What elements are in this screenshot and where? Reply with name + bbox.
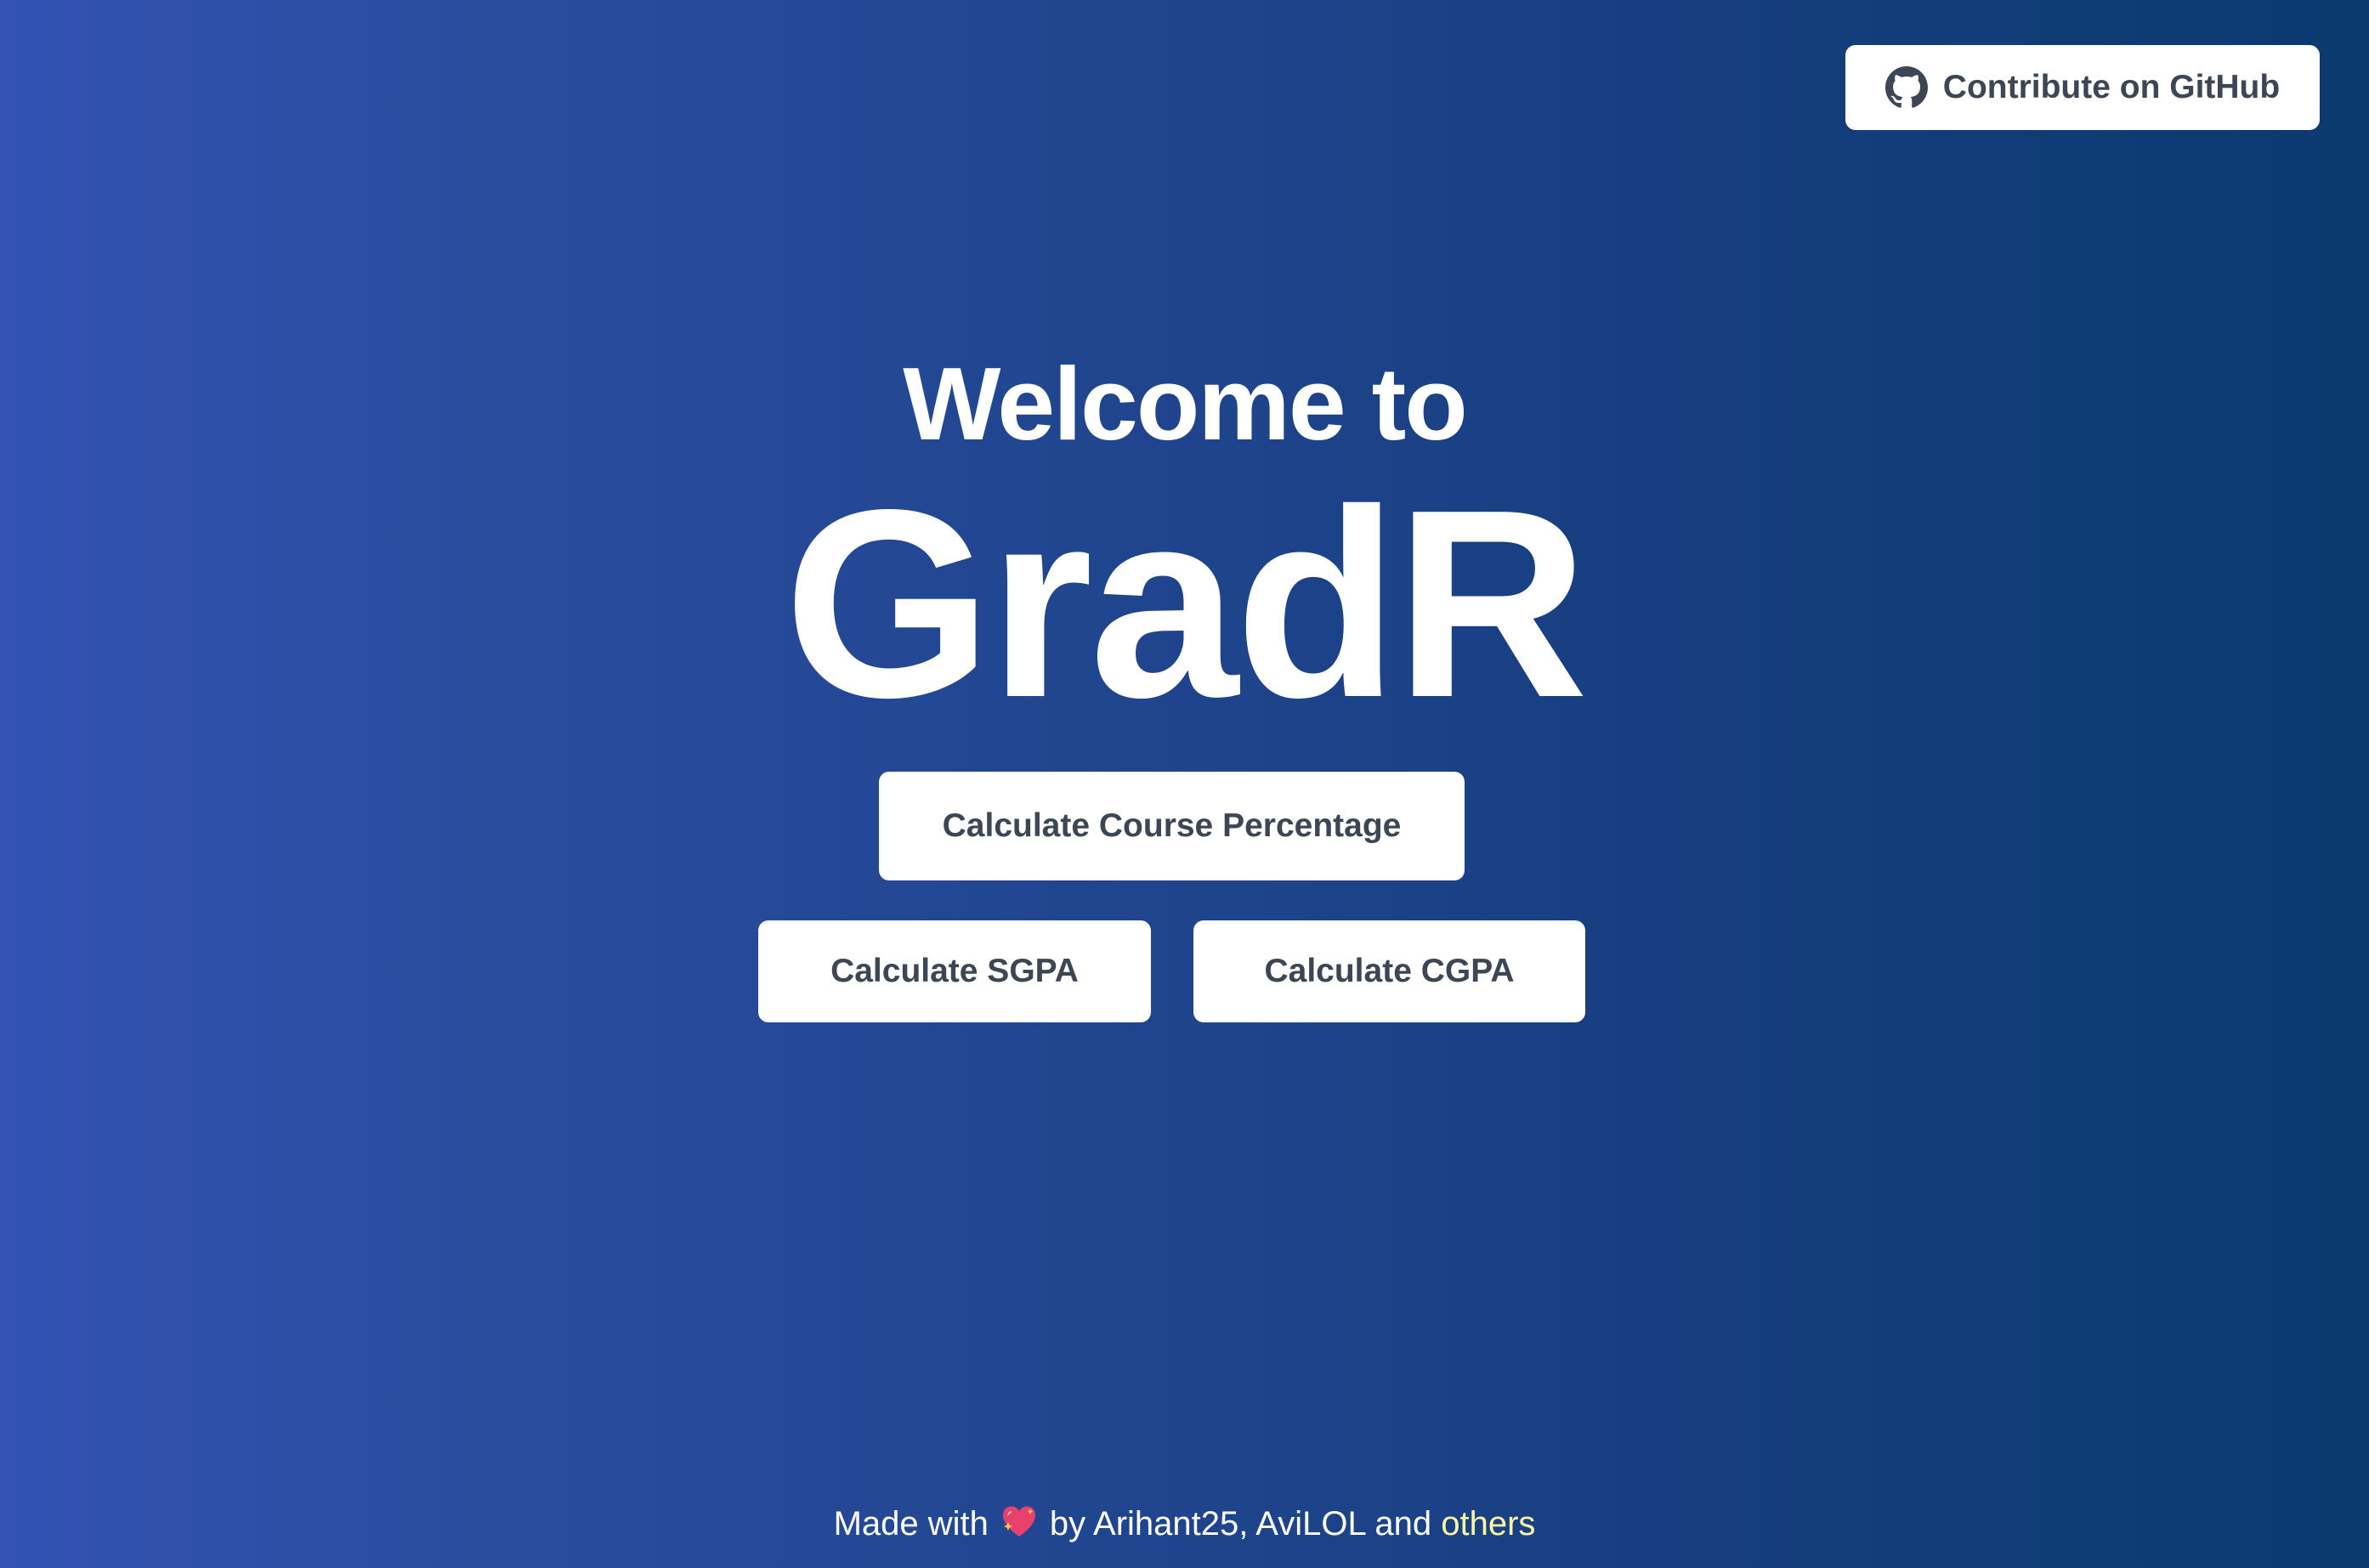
made-with-text: Made with <box>833 1505 989 1543</box>
contribute-github-button[interactable]: Contribute on GitHub <box>1845 45 2320 130</box>
sparkling-heart-icon <box>1000 1503 1038 1541</box>
calculate-sgpa-button[interactable]: Calculate SGPA <box>758 920 1151 1022</box>
others-link[interactable]: others <box>1441 1505 1535 1543</box>
footer-credits: Made with by Arihant25, AviLOL and other… <box>0 1498 2369 1549</box>
calculate-course-percentage-button[interactable]: Calculate Course Percentage <box>879 772 1465 880</box>
calculate-cgpa-button[interactable]: Calculate CGPA <box>1193 920 1585 1022</box>
by-authors-text: by Arihant25, AviLOL and <box>1049 1505 1432 1543</box>
sgpa-label: Calculate SGPA <box>830 953 1079 989</box>
welcome-heading: Welcome to <box>903 346 1467 461</box>
course-percentage-label: Calculate Course Percentage <box>942 807 1402 844</box>
github-button-label: Contribute on GitHub <box>1942 69 2281 105</box>
github-icon <box>1884 66 1928 109</box>
cgpa-label: Calculate CGPA <box>1264 953 1515 989</box>
brand-title: GradR <box>784 454 1589 753</box>
